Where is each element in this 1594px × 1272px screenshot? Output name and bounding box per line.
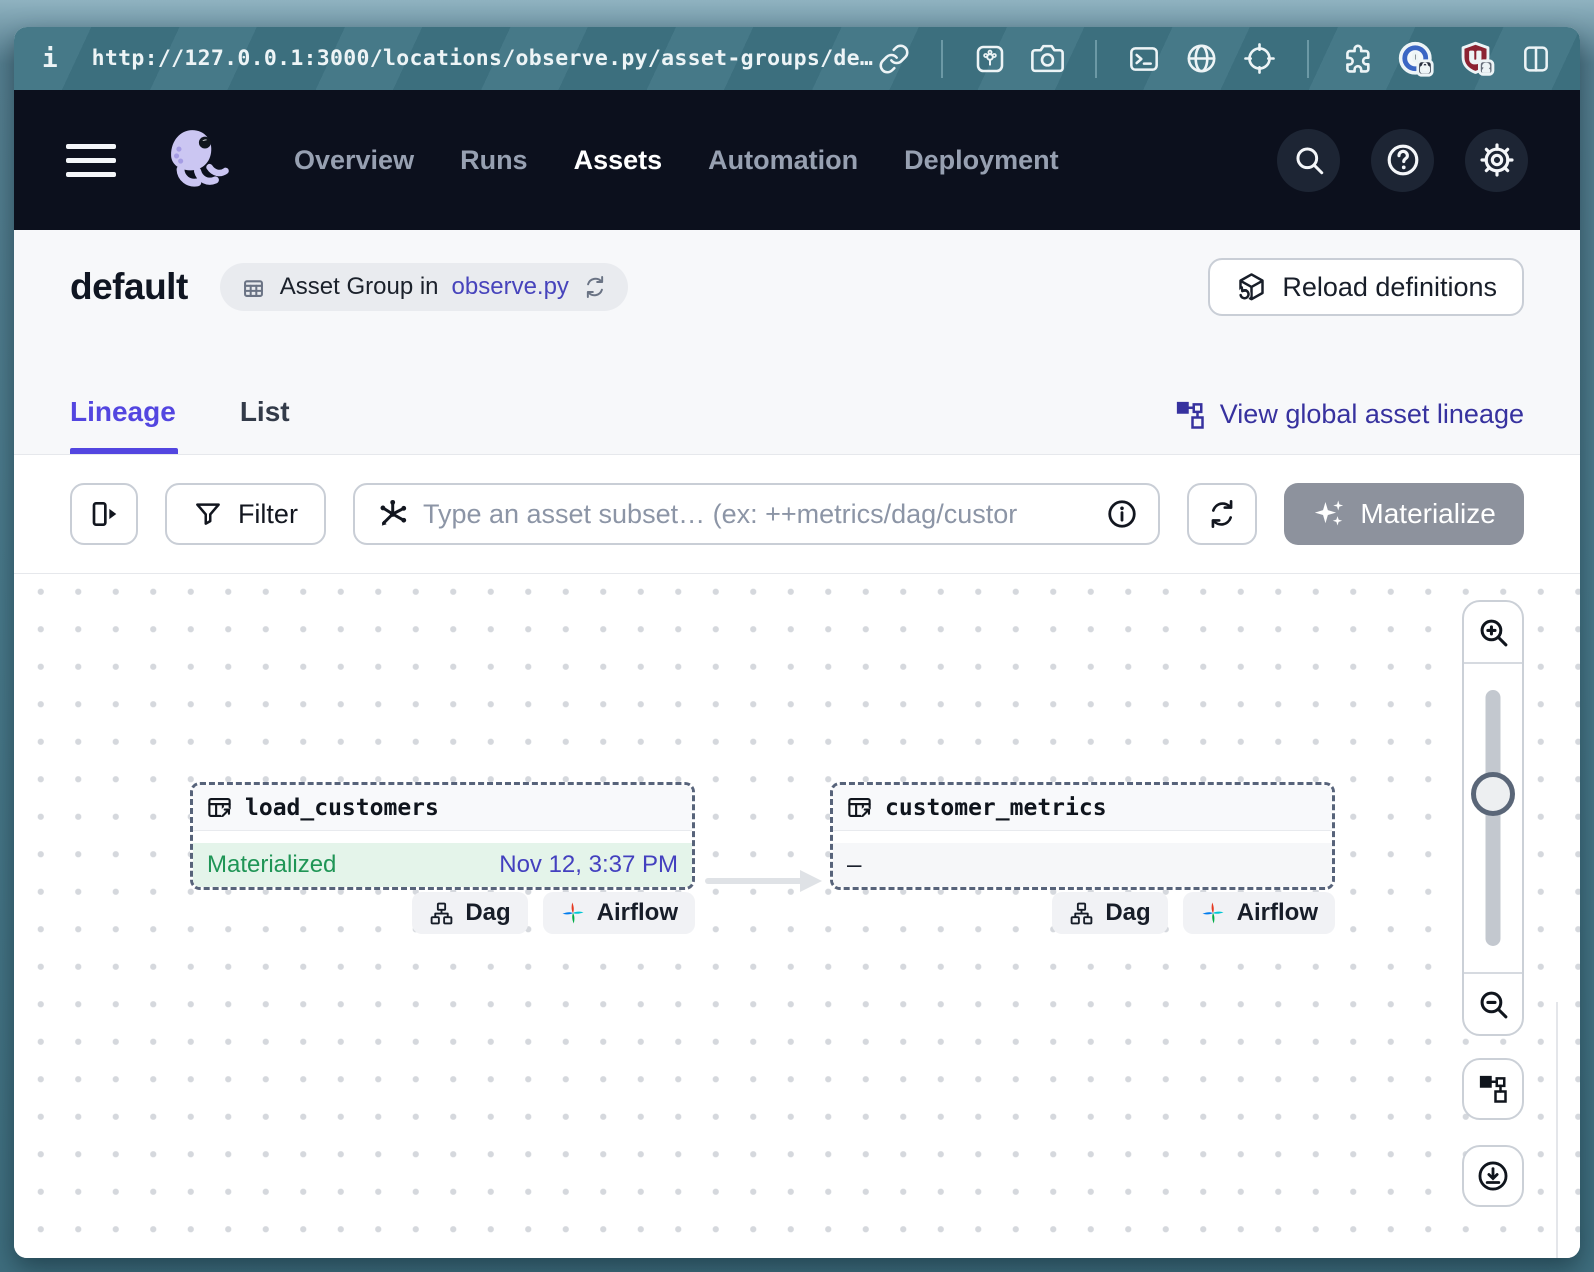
- page-info-icon[interactable]: i: [42, 44, 58, 74]
- gear-icon: [1479, 142, 1515, 178]
- reload-definitions-button[interactable]: Reload definitions: [1208, 258, 1524, 316]
- open-side-panel-button[interactable]: [70, 483, 138, 545]
- tag-airflow[interactable]: Airflow: [1183, 892, 1335, 934]
- zoom-out-button[interactable]: [1464, 972, 1522, 1034]
- settings-button[interactable]: [1465, 129, 1528, 192]
- zoom-slider-thumb[interactable]: [1471, 772, 1515, 816]
- asset-group-badge-text: Asset Group in: [280, 273, 439, 301]
- lineage-graph-icon: [1175, 400, 1205, 430]
- nav-item-deployment[interactable]: Deployment: [904, 145, 1059, 176]
- shield-blocker-icon[interactable]: U 2: [1459, 41, 1495, 77]
- zoom-out-icon: [1477, 988, 1510, 1021]
- tag-dag[interactable]: Dag: [412, 892, 527, 934]
- zoom-control-panel: [1462, 600, 1524, 1036]
- dagster-octopus-logo[interactable]: [154, 119, 236, 201]
- zoom-slider: [1464, 664, 1522, 972]
- url-bar[interactable]: http://127.0.0.1:3000/locations/observe.…: [92, 46, 873, 71]
- target-icon[interactable]: [1243, 42, 1276, 75]
- camera-icon[interactable]: [1031, 42, 1064, 75]
- filter-label: Filter: [238, 499, 298, 530]
- dag-hierarchy-icon: [429, 901, 454, 926]
- nav-item-automation[interactable]: Automation: [708, 145, 858, 176]
- zoom-slider-track[interactable]: [1486, 690, 1501, 946]
- asset-materialization-time: Nov 12, 3:37 PM: [499, 851, 678, 879]
- filter-funnel-icon: [193, 499, 223, 529]
- code-location-link[interactable]: observe.py: [452, 273, 569, 301]
- view-global-asset-lineage-link[interactable]: View global asset lineage: [1175, 399, 1524, 454]
- tag-dag[interactable]: Dag: [1052, 892, 1167, 934]
- tab-lineage[interactable]: Lineage: [70, 396, 176, 454]
- asset-status: –: [847, 851, 861, 879]
- split-view-icon[interactable]: [1520, 43, 1552, 75]
- nav-item-runs[interactable]: Runs: [460, 145, 528, 176]
- toolbar-divider: [1095, 40, 1097, 78]
- materialize-button[interactable]: Materialize: [1284, 483, 1524, 545]
- asset-status: Materialized: [207, 851, 336, 879]
- asset-node-customer-metrics[interactable]: customer_metrics –: [830, 782, 1335, 890]
- asset-name: customer_metrics: [885, 795, 1107, 821]
- help-button[interactable]: [1371, 129, 1434, 192]
- extensions-puzzle-icon[interactable]: [1340, 42, 1373, 75]
- asset-group-badge: Asset Group in observe.py: [220, 263, 628, 311]
- globe-icon[interactable]: [1185, 42, 1218, 75]
- asset-group-icon: [240, 274, 267, 301]
- terminal-icon[interactable]: [1128, 43, 1160, 75]
- shield-badge-count: 2: [1483, 62, 1489, 74]
- refresh-icon: [1206, 498, 1238, 530]
- airflow-pinwheel-icon: [560, 900, 586, 926]
- asset-name: load_customers: [245, 795, 439, 821]
- edge-load-customers-to-customer-metrics: [704, 867, 830, 895]
- tab-list[interactable]: List: [240, 396, 290, 454]
- primary-nav: Overview Runs Assets Automation Deployme…: [294, 145, 1059, 176]
- asset-status-row: –: [833, 843, 1332, 887]
- nav-item-assets[interactable]: Assets: [574, 145, 663, 176]
- copy-link-icon[interactable]: [878, 43, 910, 75]
- dag-hierarchy-icon: [1069, 901, 1094, 926]
- download-image-button[interactable]: [1462, 1145, 1524, 1207]
- browser-chrome: i http://127.0.0.1:3000/locations/observ…: [14, 27, 1580, 90]
- asset-subset-input[interactable]: [423, 499, 1092, 530]
- toolbar-divider: [1307, 40, 1309, 78]
- info-icon[interactable]: [1106, 498, 1138, 530]
- lineage-graph-icon: [1478, 1074, 1508, 1104]
- app-nav-bar: Overview Runs Assets Automation Deployme…: [14, 90, 1580, 230]
- canvas-right-divider: [1556, 1002, 1558, 1258]
- tag-row-customer-metrics: Dag Airflow: [1052, 892, 1335, 934]
- panel-expand-icon: [88, 498, 120, 530]
- materialize-label: Materialize: [1360, 498, 1495, 530]
- badge-refresh-icon[interactable]: [582, 274, 608, 300]
- help-icon: [1385, 142, 1421, 178]
- search-icon: [1292, 143, 1326, 177]
- zoom-in-icon: [1477, 616, 1510, 649]
- page-title: default: [70, 266, 188, 308]
- view-graph-layout-button[interactable]: [1462, 1058, 1524, 1120]
- filter-button[interactable]: Filter: [165, 483, 326, 545]
- hamburger-menu-icon[interactable]: [66, 144, 116, 177]
- tag-airflow[interactable]: Airflow: [543, 892, 695, 934]
- browser-window: i http://127.0.0.1:3000/locations/observ…: [14, 27, 1580, 1258]
- lineage-canvas[interactable]: load_customers Materialized Nov 12, 3:37…: [14, 574, 1580, 1258]
- reload-cube-icon: [1235, 271, 1268, 304]
- download-icon: [1476, 1159, 1510, 1193]
- asset-table-icon: [206, 794, 233, 821]
- lineage-toolbar: Filter Materialize: [14, 455, 1580, 574]
- screenshot-picker-icon[interactable]: [974, 43, 1006, 75]
- asset-status-row: Materialized Nov 12, 3:37 PM: [193, 843, 692, 887]
- asset-subset-field: [353, 483, 1160, 545]
- tag-row-load-customers: Dag Airflow: [412, 892, 695, 934]
- search-button[interactable]: [1277, 129, 1340, 192]
- op-selection-icon: [375, 497, 409, 531]
- asset-node-load-customers[interactable]: load_customers Materialized Nov 12, 3:37…: [190, 782, 695, 890]
- toolbar-divider: [941, 40, 943, 78]
- view-tabs: Lineage List View global asset lineage: [70, 396, 1524, 454]
- sparkles-icon: [1312, 497, 1346, 531]
- password-manager-icon[interactable]: [1398, 41, 1434, 77]
- reload-definitions-label: Reload definitions: [1282, 272, 1497, 303]
- refresh-graph-button[interactable]: [1187, 483, 1257, 545]
- page-header: default Asset Group in observe.py Reload…: [14, 230, 1580, 455]
- zoom-in-button[interactable]: [1464, 602, 1522, 664]
- airflow-pinwheel-icon: [1200, 900, 1226, 926]
- asset-table-icon: [846, 794, 873, 821]
- nav-item-overview[interactable]: Overview: [294, 145, 414, 176]
